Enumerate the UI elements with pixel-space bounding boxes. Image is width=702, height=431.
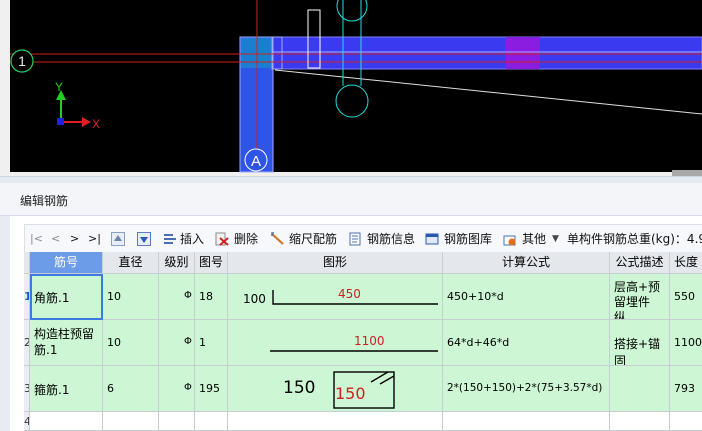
cell-shape[interactable]: 100 450 [228, 274, 443, 320]
cell-name[interactable]: 箍筋.1 [30, 366, 103, 412]
move-up-icon[interactable] [111, 232, 125, 246]
axis-a-label: A [251, 153, 261, 170]
cell-name[interactable]: 构造柱预留筋.1 [30, 320, 103, 366]
cell-name[interactable]: 角筋.1 [30, 274, 103, 320]
grade-symbol: Φ [184, 382, 192, 393]
cell-shape-no[interactable] [195, 412, 228, 431]
header-description[interactable]: 公式描述 [610, 252, 670, 274]
insert-button[interactable]: 插入 [180, 225, 204, 253]
cell-shape[interactable] [228, 412, 443, 431]
cell-formula[interactable]: 2*(150+150)+2*(75+3.57*d) [443, 366, 610, 412]
header-shape[interactable]: 图形 [228, 252, 443, 274]
header-shape-no[interactable]: 图号 [195, 252, 228, 274]
grade-symbol: Φ [184, 290, 192, 301]
cell-description[interactable] [610, 366, 670, 412]
cell-diameter-text: 6 [107, 382, 114, 395]
axis-1-label: 1 [18, 53, 26, 69]
cad-drawing[interactable]: 1 A Y X [0, 0, 702, 176]
cell-diameter-text: 10 [107, 336, 121, 349]
delete-button[interactable]: 删除 [234, 225, 258, 253]
header-formula[interactable]: 计算公式 [443, 252, 610, 274]
scale-rebar-button[interactable]: 缩尺配筋 [289, 225, 337, 253]
rebar-library-button[interactable]: 钢筋图库 [444, 225, 492, 253]
cell-length[interactable]: 793 [670, 366, 702, 412]
scale-rebar-icon[interactable] [271, 232, 285, 246]
cell-name-text: 构造柱预留筋.1 [34, 327, 95, 357]
cell-shape-no-text: 195 [199, 382, 220, 395]
prev-record-button[interactable]: < [51, 225, 60, 253]
rebar-library-icon[interactable] [425, 232, 439, 246]
last-record-button[interactable]: >| [88, 225, 101, 253]
delete-icon[interactable] [215, 232, 229, 246]
cell-diameter[interactable]: 6 [103, 366, 159, 412]
header-name[interactable]: 筋号 [30, 252, 103, 274]
beam-shape[interactable] [239, 36, 702, 70]
cell-shape-no[interactable]: 18 [195, 274, 228, 320]
cell-grade[interactable]: Φ [159, 366, 195, 412]
cell-shape-no-text: 1 [199, 336, 206, 349]
first-record-button[interactable]: |< [30, 225, 43, 253]
cell-description[interactable]: 搭接+锚固 [610, 320, 670, 366]
cell-length[interactable] [670, 412, 702, 431]
column-head [241, 38, 271, 68]
cell-formula[interactable]: 64*d+46*d [443, 320, 610, 366]
cell-description[interactable]: 层高+预留埋件纵… [610, 274, 670, 320]
chevron-down-icon[interactable]: ▼ [552, 225, 559, 253]
next-record-button[interactable]: > [70, 225, 79, 253]
cell-shape[interactable]: 1100 [228, 320, 443, 366]
grade-symbol: Φ [184, 336, 192, 347]
cell-formula[interactable] [443, 412, 610, 431]
y-axis-label: Y [55, 80, 63, 94]
cell-length[interactable]: 550 [670, 274, 702, 320]
cell-diameter-text: 10 [107, 290, 121, 303]
cell-shape-no[interactable]: 195 [195, 366, 228, 412]
cell-description-text: 层高+预留埋件纵… [614, 280, 661, 320]
cell-description[interactable] [610, 412, 670, 431]
panel-splitter[interactable] [0, 176, 702, 183]
cell-length-text: 550 [674, 290, 695, 303]
cell-length-text: 1100 [674, 336, 702, 349]
cell-name-text: 箍筋.1 [34, 383, 70, 397]
cell-diameter[interactable]: 10 [103, 274, 159, 320]
insert-icon[interactable] [163, 232, 177, 246]
cell-name[interactable] [30, 412, 103, 431]
cell-length-text: 793 [674, 382, 695, 395]
cell-formula-text: 2*(150+150)+2*(75+3.57*d) [447, 382, 603, 394]
rebar-shape-drawing [270, 350, 438, 352]
header-length[interactable]: 长度 [670, 252, 702, 274]
stirrup-shape-drawing [333, 371, 395, 409]
cell-grade[interactable] [159, 412, 195, 431]
total-weight-readout: 单构件钢筋总重(kg)：4.9 [567, 232, 702, 246]
move-down-icon[interactable] [137, 232, 151, 246]
header-diameter[interactable]: 直径(mm) [103, 252, 159, 274]
cell-shape[interactable]: 150 150 [228, 366, 443, 412]
rebar-shape-drawing [272, 290, 438, 305]
header-grade[interactable]: 级别 [159, 252, 195, 274]
cad-viewport[interactable]: 1 A Y X [0, 0, 702, 176]
cell-diameter[interactable]: 10 [103, 320, 159, 366]
cell-grade[interactable]: Φ [159, 320, 195, 366]
cell-description-text: 搭接+锚固 [614, 337, 661, 366]
cell-name-text: 角筋.1 [34, 291, 70, 305]
cell-formula-text: 64*d+46*d [447, 336, 510, 349]
beam-highlight [506, 37, 540, 69]
cell-shape-no-text: 18 [199, 290, 213, 303]
cell-diameter[interactable] [103, 412, 159, 431]
x-axis-label: X [92, 117, 100, 131]
cell-formula[interactable]: 450+10*d [443, 274, 610, 320]
cell-shape-no[interactable]: 1 [195, 320, 228, 366]
other-icon[interactable] [503, 232, 517, 246]
cell-length[interactable]: 1100 [670, 320, 702, 366]
cell-grade[interactable]: Φ [159, 274, 195, 320]
cell-formula-text: 450+10*d [447, 290, 504, 303]
panel-header: 编辑钢筋 [0, 183, 702, 216]
other-button[interactable]: 其他 [522, 225, 546, 253]
origin-marker [57, 118, 64, 125]
rebar-info-icon[interactable] [348, 232, 362, 246]
left-border [0, 216, 10, 431]
rebar-info-button[interactable]: 钢筋信息 [367, 225, 415, 253]
panel-title: 编辑钢筋 [20, 194, 69, 208]
rebar-table: 筋号 直径(mm) 级别 图号 图形 计算公式 公式描述 长度 1 角筋.1 1… [24, 252, 702, 431]
rebar-toolbar: |< < > >| 插入 删除 缩尺配筋 钢筋信息 钢筋图库 其他 ▼ 单构件钢… [24, 224, 702, 254]
